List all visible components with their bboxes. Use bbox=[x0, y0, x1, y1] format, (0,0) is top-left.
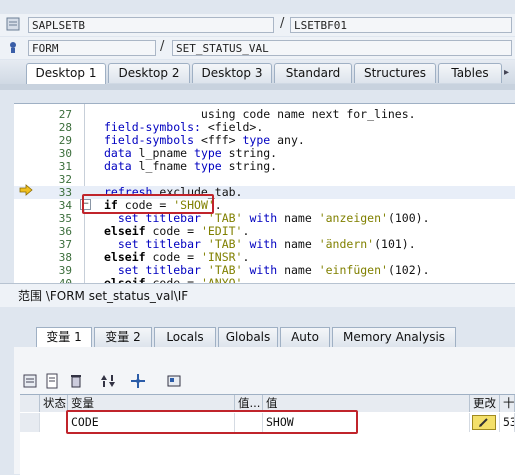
code-line[interactable]: 31 data l_fname type string. bbox=[14, 159, 515, 174]
row-selector[interactable] bbox=[20, 413, 40, 432]
line-number: 29 bbox=[58, 134, 72, 147]
tab-scroll-icon[interactable]: ▸ bbox=[504, 64, 514, 82]
col-change[interactable]: 更改 bbox=[470, 395, 500, 412]
variables-tab-bar: 变量 1 变量 2 Locals Globals Auto Memory Ana… bbox=[14, 325, 515, 348]
tab-standard[interactable]: Standard bbox=[274, 63, 352, 83]
line-number: 37 bbox=[58, 238, 72, 251]
include-field[interactable]: LSETBF01 bbox=[290, 17, 512, 33]
code-line[interactable]: 39 set titlebar 'TAB' with name 'einfüge… bbox=[14, 264, 515, 278]
tab-globals[interactable]: Globals bbox=[218, 327, 278, 347]
line-number: 36 bbox=[58, 225, 72, 238]
form-icon bbox=[6, 40, 20, 54]
tab-structures[interactable]: Structures bbox=[354, 63, 436, 83]
program-field[interactable]: SAPLSETB bbox=[28, 17, 274, 33]
delete-icon[interactable] bbox=[68, 373, 84, 389]
sort-icon[interactable] bbox=[100, 373, 116, 389]
code-line[interactable]: 27 using code name next for_lines. bbox=[14, 108, 515, 122]
tab-tables[interactable]: Tables bbox=[438, 63, 502, 83]
edit-pencil-icon[interactable] bbox=[472, 415, 496, 430]
load-layout-icon[interactable] bbox=[44, 373, 60, 389]
separator-slash: / bbox=[280, 16, 285, 31]
move-icon[interactable] bbox=[130, 373, 146, 389]
variable-highlight-box bbox=[66, 410, 358, 434]
code-line[interactable]: 32 bbox=[14, 173, 515, 186]
change-cell bbox=[470, 413, 500, 432]
status-cell bbox=[40, 413, 68, 432]
line-number: 27 bbox=[58, 108, 72, 121]
block-name-field[interactable]: SET_STATUS_VAL bbox=[172, 40, 512, 56]
tab-memory-analysis[interactable]: Memory Analysis bbox=[332, 327, 456, 347]
line-number: 35 bbox=[58, 212, 72, 225]
code-line[interactable]: 37 set titlebar 'TAB' with name 'ändern'… bbox=[14, 238, 515, 252]
code-highlight-box bbox=[82, 194, 214, 214]
block-row: FORM / SET_STATUS_VAL bbox=[0, 37, 515, 59]
tab-desktop-1[interactable]: Desktop 1 bbox=[26, 63, 106, 84]
line-number: 33 bbox=[58, 186, 72, 199]
line-number: 38 bbox=[58, 251, 72, 264]
tab-variables-2[interactable]: 变量 2 bbox=[94, 327, 152, 347]
tab-desktop-3[interactable]: Desktop 3 bbox=[192, 63, 272, 83]
tab-auto[interactable]: Auto bbox=[280, 327, 330, 347]
settings-icon[interactable] bbox=[166, 373, 182, 389]
program-icon bbox=[6, 17, 20, 31]
tab-divider bbox=[0, 84, 515, 90]
program-row: SAPLSETB / LSETBF01 bbox=[0, 14, 515, 36]
line-number: 39 bbox=[58, 264, 72, 277]
save-layout-icon[interactable] bbox=[22, 373, 38, 389]
tab-desktop-2[interactable]: Desktop 2 bbox=[108, 63, 190, 83]
row-selector-header bbox=[20, 395, 40, 412]
current-line-arrow-icon bbox=[19, 184, 33, 196]
tab-variables-1[interactable]: 变量 1 bbox=[36, 327, 92, 347]
hex-cell: 53 bbox=[500, 413, 515, 432]
code-text: data l_fname type string. bbox=[104, 159, 278, 173]
col-status[interactable]: 状态 bbox=[40, 395, 68, 412]
variables-grid: 状态 变量 值... 值 更改 十六 CODE SHOW 53 bbox=[20, 394, 515, 475]
line-number: 31 bbox=[58, 160, 72, 173]
line-number: 34 bbox=[58, 199, 72, 212]
desktop-tab-bar: Desktop 1 Desktop 2 Desktop 3 Standard S… bbox=[0, 60, 515, 85]
separator-slash: / bbox=[160, 39, 165, 54]
block-type-field[interactable]: FORM bbox=[28, 40, 156, 56]
line-number: 32 bbox=[58, 173, 72, 186]
line-number: 30 bbox=[58, 147, 72, 160]
scope-bar: 范围 \FORM set_status_val\IF bbox=[0, 283, 515, 307]
line-number: 28 bbox=[58, 121, 72, 134]
col-hex[interactable]: 十六 bbox=[500, 395, 515, 412]
tab-locals[interactable]: Locals bbox=[154, 327, 216, 347]
